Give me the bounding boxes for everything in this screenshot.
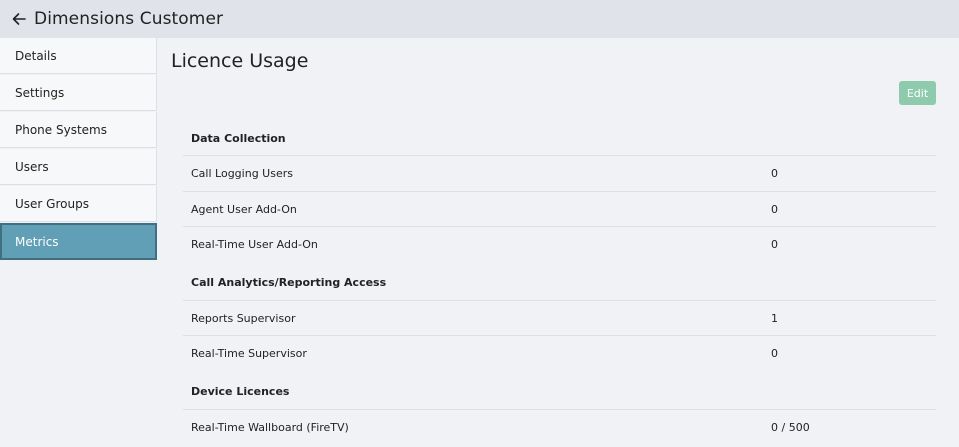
page-header-title: Dimensions Customer xyxy=(34,9,224,29)
edit-button[interactable]: Edit xyxy=(899,81,936,105)
sidebar-item-phone-systems[interactable]: Phone Systems xyxy=(0,112,157,148)
sidebar-item-user-groups[interactable]: User Groups xyxy=(0,186,157,222)
row-value: 0 xyxy=(771,167,778,180)
page-title: Licence Usage xyxy=(171,50,309,72)
row-label: Real-Time Wallboard (FireTV) xyxy=(191,421,349,434)
sidebar-item-settings[interactable]: Settings xyxy=(0,75,157,111)
sidebar-item-metrics[interactable]: Metrics xyxy=(0,223,157,260)
row-value: 0 xyxy=(771,347,778,360)
sidebar-item-label: Phone Systems xyxy=(15,122,107,137)
section-heading: Device Licences xyxy=(191,385,290,398)
sidebar-item-details[interactable]: Details xyxy=(0,38,157,74)
row-label: Real-Time User Add-On xyxy=(191,238,318,251)
row-value: 0 xyxy=(771,238,778,251)
sidebar: Details Settings Phone Systems Users Use… xyxy=(0,38,158,447)
sidebar-item-label: User Groups xyxy=(15,196,89,211)
back-button[interactable] xyxy=(8,8,30,30)
section-heading: Data Collection xyxy=(191,132,286,145)
row-value: 0 / 500 xyxy=(771,421,810,434)
row-label: Call Logging Users xyxy=(191,167,293,180)
main-content: Licence Usage Edit Data Collection Call … xyxy=(158,38,959,447)
row-label: Real-Time Supervisor xyxy=(191,347,307,360)
table-row: Reports Supervisor 1 xyxy=(183,300,936,335)
section-heading: Call Analytics/Reporting Access xyxy=(191,276,387,289)
table-row: Real-Time Wallboard (FireTV) 0 / 500 xyxy=(183,409,936,444)
row-value: 1 xyxy=(771,312,778,325)
row-label: Reports Supervisor xyxy=(191,312,296,325)
row-label: Agent User Add-On xyxy=(191,203,297,216)
sidebar-item-label: Settings xyxy=(15,85,65,100)
arrow-left-icon xyxy=(12,13,26,25)
table-row: Call Logging Users 0 xyxy=(183,155,936,190)
table-row: Real-Time User Add-On 0 xyxy=(183,226,936,261)
app-header: Dimensions Customer xyxy=(0,0,959,38)
table-row: Agent User Add-On 0 xyxy=(183,191,936,226)
sidebar-item-users[interactable]: Users xyxy=(0,149,157,185)
sidebar-item-label: Users xyxy=(15,159,49,174)
row-value: 0 xyxy=(771,203,778,216)
sidebar-item-label: Metrics xyxy=(15,234,59,249)
table-row: Real-Time Supervisor 0 xyxy=(183,335,936,370)
sidebar-item-label: Details xyxy=(15,48,57,63)
